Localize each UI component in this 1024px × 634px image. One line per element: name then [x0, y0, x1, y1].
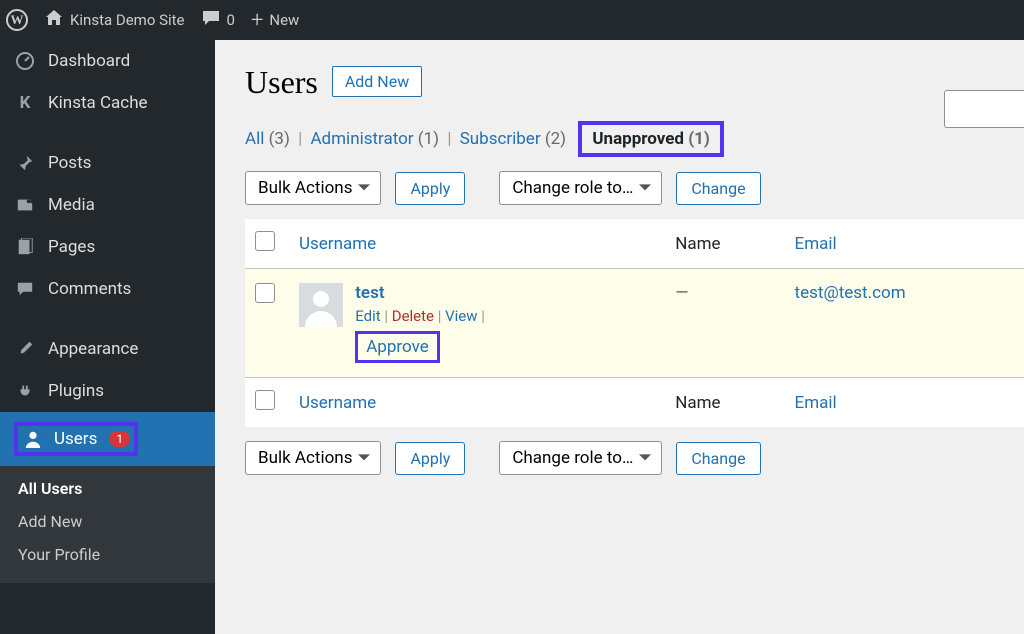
menu-comments[interactable]: Comments [0, 268, 215, 310]
new-link[interactable]: + New [251, 8, 299, 33]
menu-plugins[interactable]: Plugins [0, 370, 215, 412]
avatar [299, 283, 343, 327]
delete-link[interactable]: Delete [392, 307, 434, 325]
bulk-actions-bottom: Bulk Actions Apply Change role to… Chang… [245, 441, 1024, 475]
menu-label: Posts [48, 153, 91, 173]
menu-appearance[interactable]: Appearance [0, 328, 215, 370]
wordpress-icon: W [6, 9, 28, 31]
filter-unapproved[interactable]: Unapproved (1) [578, 121, 724, 157]
plus-icon: + [251, 8, 263, 33]
add-new-button[interactable]: Add New [332, 66, 422, 97]
dashboard-icon [14, 50, 36, 72]
edit-link[interactable]: Edit [355, 307, 380, 325]
change-role-select-bottom[interactable]: Change role to… [499, 441, 662, 475]
pages-icon [14, 236, 36, 258]
menu-dashboard[interactable]: Dashboard [0, 40, 215, 82]
email-link[interactable]: test@test.com [795, 283, 906, 303]
comment-icon [14, 278, 36, 300]
row-actions: Edit | Delete | View | [355, 307, 485, 325]
menu-label: Appearance [48, 339, 138, 359]
col-email-foot[interactable]: Email [785, 378, 1024, 428]
user-icon [22, 428, 44, 450]
highlight-users: Users 1 [14, 422, 138, 456]
filter-administrator[interactable]: Administrator [310, 129, 413, 149]
approve-highlight: Approve [355, 331, 440, 363]
bulk-actions-top: Bulk Actions Apply Change role to… Chang… [245, 171, 1024, 205]
menu-posts[interactable]: Posts [0, 142, 215, 184]
approve-link[interactable]: Approve [366, 337, 429, 357]
col-name-foot: Name [665, 378, 784, 428]
site-link[interactable]: Kinsta Demo Site [44, 8, 185, 32]
apply-button-bottom[interactable]: Apply [395, 442, 465, 475]
plug-icon [14, 380, 36, 402]
comment-icon [201, 8, 221, 32]
filter-unapproved-count: (1) [688, 129, 710, 149]
view-link[interactable]: View [445, 307, 477, 325]
menu-label: Pages [48, 237, 95, 257]
comments-count: 0 [227, 11, 235, 29]
main-content: Users Add New All (3) | Administrator (1… [215, 40, 1024, 634]
page-title: Users [245, 64, 318, 101]
brush-icon [14, 338, 36, 360]
menu-label: Users [54, 429, 97, 449]
username-link[interactable]: test [355, 283, 384, 303]
filter-sub-count: (2) [545, 129, 566, 149]
bulk-actions-select[interactable]: Bulk Actions [245, 171, 381, 205]
menu-label: Comments [48, 279, 131, 299]
menu-label: Kinsta Cache [48, 93, 148, 113]
submenu-add-new[interactable]: Add New [0, 505, 215, 538]
wp-logo[interactable]: W [6, 9, 28, 31]
cell-name: — [665, 269, 784, 378]
change-button[interactable]: Change [676, 172, 760, 205]
menu-pages[interactable]: Pages [0, 226, 215, 268]
admin-bar: W Kinsta Demo Site 0 + New [0, 0, 1024, 40]
table-row: test Edit | Delete | View | Approve — te… [245, 269, 1024, 378]
pin-icon [14, 152, 36, 174]
comments-link[interactable]: 0 [201, 8, 235, 32]
menu-label: Media [48, 195, 95, 215]
media-icon [14, 194, 36, 216]
menu-label: Plugins [48, 381, 104, 401]
users-badge: 1 [109, 431, 130, 447]
users-submenu: All Users Add New Your Profile [0, 466, 215, 583]
filter-all-count: (3) [269, 129, 290, 149]
filter-unapproved-label: Unapproved [592, 129, 684, 149]
new-label: New [269, 11, 299, 29]
apply-button[interactable]: Apply [395, 172, 465, 205]
kinsta-icon: K [14, 92, 36, 114]
filter-subscriber[interactable]: Subscriber [460, 129, 541, 149]
filter-all[interactable]: All [245, 129, 264, 149]
submenu-all-users[interactable]: All Users [0, 472, 215, 505]
col-email[interactable]: Email [785, 219, 1024, 269]
bulk-actions-select-bottom[interactable]: Bulk Actions [245, 441, 381, 475]
menu-media[interactable]: Media [0, 184, 215, 226]
col-name: Name [665, 219, 784, 269]
row-checkbox[interactable] [255, 283, 275, 303]
filter-admin-count: (1) [418, 129, 439, 149]
menu-users[interactable]: Users 1 [0, 412, 215, 466]
user-filters: All (3) | Administrator (1) | Subscriber… [245, 121, 1024, 157]
change-button-bottom[interactable]: Change [676, 442, 760, 475]
change-role-select[interactable]: Change role to… [499, 171, 662, 205]
col-username-foot[interactable]: Username [289, 378, 665, 428]
select-all-checkbox-foot[interactable] [255, 390, 275, 410]
submenu-your-profile[interactable]: Your Profile [0, 538, 215, 571]
admin-sidebar: Dashboard K Kinsta Cache Posts Media Pag… [0, 40, 215, 634]
menu-label: Dashboard [48, 51, 130, 71]
site-name: Kinsta Demo Site [70, 11, 185, 29]
home-icon [44, 8, 64, 32]
users-table: Username Name Email test Edit | Delete |… [245, 219, 1024, 427]
search-input[interactable] [944, 90, 1024, 128]
select-all-checkbox[interactable] [255, 231, 275, 251]
menu-kinsta-cache[interactable]: K Kinsta Cache [0, 82, 215, 124]
col-username[interactable]: Username [289, 219, 665, 269]
